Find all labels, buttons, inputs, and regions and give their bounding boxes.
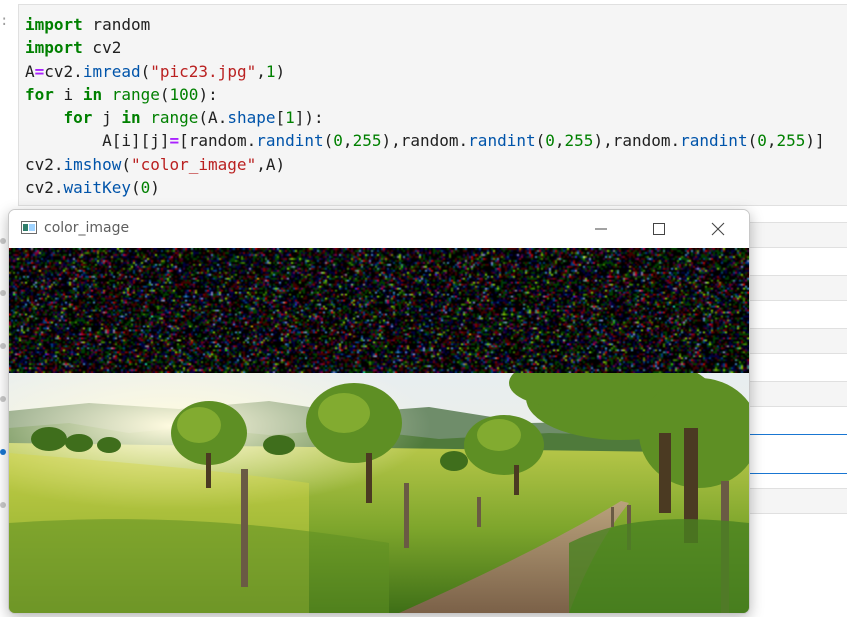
code-line-5: for j in range(A.shape[1]): [63, 108, 324, 128]
code-line-1: import random [25, 15, 151, 34]
close-button[interactable] [695, 210, 741, 248]
cell-gutter-dot [0, 343, 6, 349]
background-cell[interactable] [748, 328, 847, 354]
code-line-2: import cv2 [25, 38, 122, 58]
window-title: color_image [44, 220, 130, 236]
cell-gutter-dot [0, 502, 6, 508]
cell-gutter-dot [0, 238, 6, 244]
background-cell[interactable] [748, 381, 847, 407]
close-icon [711, 222, 725, 236]
image-display [9, 248, 749, 613]
landscape-photo [9, 373, 749, 613]
maximize-button[interactable] [636, 210, 682, 248]
random-noise-region [9, 248, 749, 373]
code-line-7: cv2.imshow("color_image",A) [25, 154, 286, 174]
selected-cell[interactable] [748, 434, 847, 474]
background-cell[interactable] [748, 488, 847, 514]
cell-gutter-dot [0, 396, 6, 402]
code-line-4: for i in range(100): [25, 84, 218, 104]
minimize-icon [595, 228, 607, 230]
code-editor[interactable]: import random import cv2 A=cv2.imread("p… [25, 13, 825, 199]
code-line-8: cv2.waitKey(0) [25, 178, 160, 198]
code-cell[interactable]: import random import cv2 A=cv2.imread("p… [18, 4, 847, 206]
window-titlebar[interactable]: color_image [9, 210, 749, 248]
maximize-icon [653, 223, 665, 235]
image-window-icon [21, 221, 37, 234]
cell-gutter-dot [0, 290, 6, 296]
cell-prompt: : [0, 13, 9, 29]
minimize-button[interactable] [578, 210, 624, 248]
background-cell[interactable] [748, 222, 847, 248]
opencv-image-window[interactable]: color_image [8, 209, 750, 614]
background-cell[interactable] [748, 275, 847, 301]
code-line-3: A=cv2.imread("pic23.jpg",1) [25, 61, 286, 81]
code-line-6: A[i][j]=[random.randint(0,255),random.ra… [102, 131, 825, 151]
cell-gutter-dot [0, 449, 6, 455]
